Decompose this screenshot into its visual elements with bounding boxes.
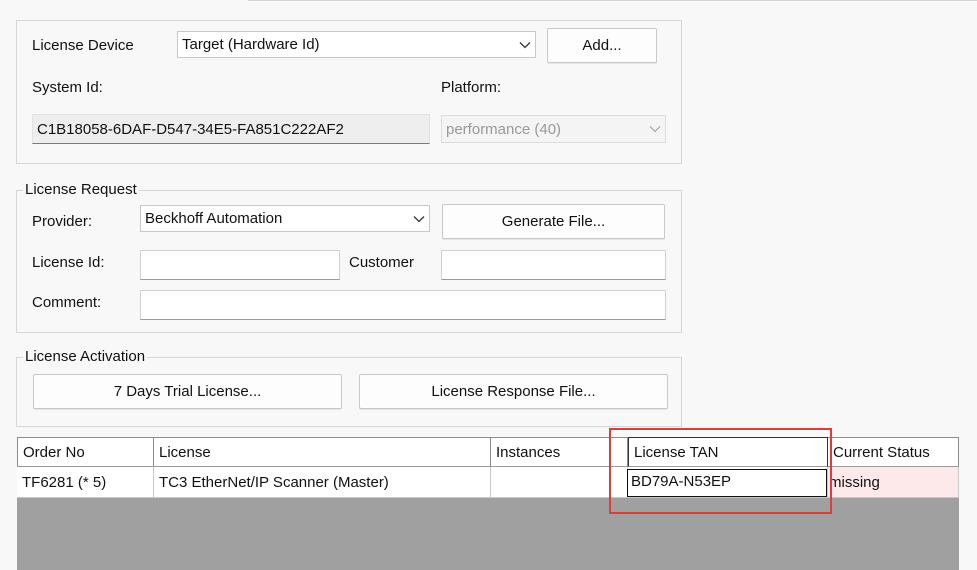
column-header-label: Current Status xyxy=(833,443,930,461)
chevron-down-icon xyxy=(409,215,429,223)
provider-select[interactable]: Beckhoff Automation xyxy=(140,205,430,232)
add-button-label: Add... xyxy=(582,37,622,54)
table-row-cell-instances[interactable] xyxy=(491,467,628,498)
column-header-label: Instances xyxy=(496,443,561,461)
column-header-label: License xyxy=(159,443,211,461)
column-header-label: Order No xyxy=(23,443,85,461)
column-header-order-no[interactable]: Order No xyxy=(17,437,154,467)
platform-select: performance (40) xyxy=(441,115,666,143)
table-row-cell-status[interactable]: missing xyxy=(828,467,959,498)
license-response-file-button-label: License Response File... xyxy=(431,383,596,400)
license-request-title: License Request xyxy=(23,181,139,199)
top-divider xyxy=(248,0,977,1)
column-header-license[interactable]: License xyxy=(154,437,491,467)
license-response-file-button[interactable]: License Response File... xyxy=(359,374,668,409)
license-value: TC3 EtherNet/IP Scanner (Master) xyxy=(159,473,389,491)
license-id-input[interactable] xyxy=(140,250,340,280)
trial-license-button[interactable]: 7 Days Trial License... xyxy=(33,374,342,409)
license-device-label: License Device xyxy=(32,37,134,54)
comment-label: Comment: xyxy=(32,294,102,311)
system-id-field[interactable]: C1B18058-6DAF-D547-34E5-FA851C222AF2 xyxy=(32,114,430,144)
table-row-cell-license[interactable]: TC3 EtherNet/IP Scanner (Master) xyxy=(154,467,491,498)
column-header-instances[interactable]: Instances xyxy=(491,437,628,467)
customer-label: Customer xyxy=(349,254,415,271)
comment-input[interactable] xyxy=(140,290,666,320)
license-tan-input[interactable]: BD79A-N53EP xyxy=(627,469,827,497)
platform-select-value: performance (40) xyxy=(446,120,562,138)
column-header-label: License TAN xyxy=(634,443,719,461)
license-id-label: License Id: xyxy=(32,254,105,271)
generate-file-button-label: Generate File... xyxy=(501,213,606,230)
order-no-value: TF6281 (* 5) xyxy=(22,473,107,491)
system-id-label: System Id: xyxy=(32,79,103,96)
column-header-license-tan[interactable]: License TAN xyxy=(628,437,828,467)
chevron-down-icon xyxy=(645,125,665,133)
license-grid[interactable]: Order No License Instances License TAN C… xyxy=(17,437,959,570)
license-device-select-value: Target (Hardware Id) xyxy=(182,36,320,53)
provider-label: Provider: xyxy=(32,213,93,230)
customer-input[interactable] xyxy=(441,250,666,280)
status-value: missing xyxy=(829,473,880,491)
license-activation-title: License Activation xyxy=(23,348,148,366)
generate-file-button[interactable]: Generate File... xyxy=(442,204,665,239)
license-tan-value: BD79A-N53EP xyxy=(631,473,732,490)
platform-label: Platform: xyxy=(441,79,502,96)
trial-license-button-label: 7 Days Trial License... xyxy=(113,383,262,400)
license-device-select[interactable]: Target (Hardware Id) xyxy=(177,31,536,58)
column-header-current-status[interactable]: Current Status xyxy=(828,437,959,467)
system-id-value: C1B18058-6DAF-D547-34E5-FA851C222AF2 xyxy=(37,120,344,138)
table-row-cell-order-no[interactable]: TF6281 (* 5) xyxy=(17,467,154,498)
add-button[interactable]: Add... xyxy=(547,28,657,63)
provider-select-value: Beckhoff Automation xyxy=(145,210,283,227)
chevron-down-icon xyxy=(515,41,535,49)
